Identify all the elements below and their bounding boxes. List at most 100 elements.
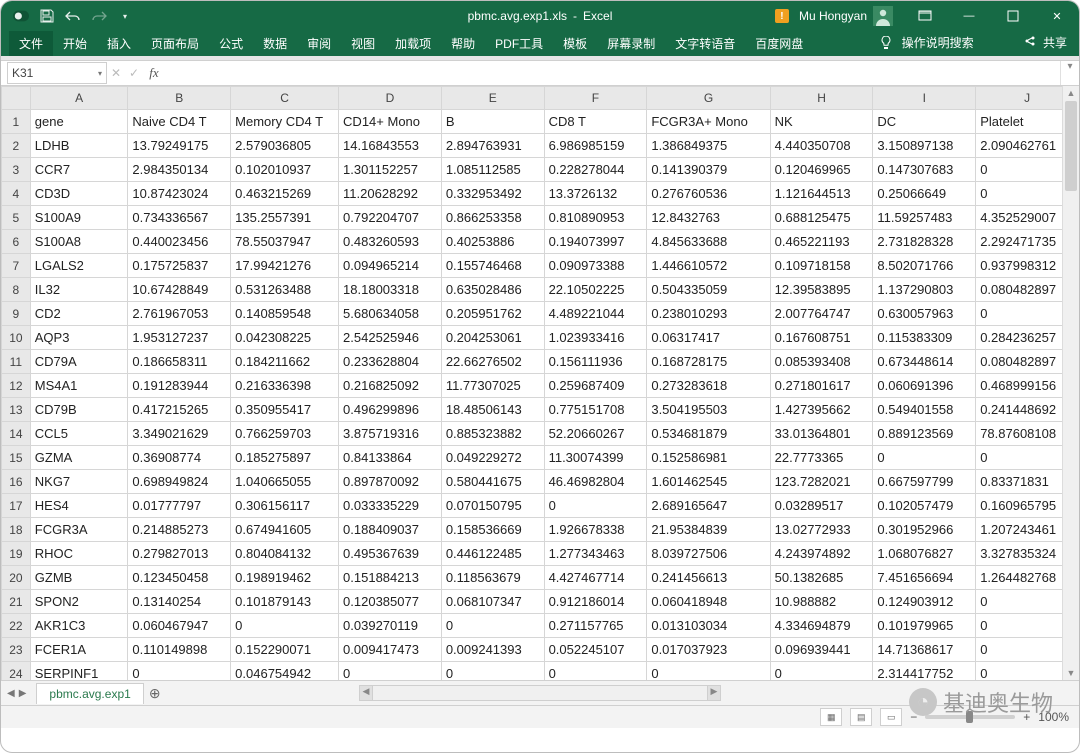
account-button[interactable]: Mu Hongyan	[789, 6, 903, 26]
cell[interactable]: 0.673448614	[873, 350, 976, 374]
new-sheet-button[interactable]: ⊕	[144, 685, 166, 702]
row-header[interactable]: 13	[2, 398, 31, 422]
cell[interactable]: FCGR3A	[30, 518, 128, 542]
cell[interactable]: 0.465221193	[770, 230, 873, 254]
row-header[interactable]: 21	[2, 590, 31, 614]
col-header[interactable]: A	[30, 87, 128, 110]
cell[interactable]: 0.84133864	[339, 446, 442, 470]
row-header[interactable]: 7	[2, 254, 31, 278]
cell[interactable]: 0.120385077	[339, 590, 442, 614]
cell[interactable]: 2.007764747	[770, 302, 873, 326]
cell[interactable]: SPON2	[30, 590, 128, 614]
row-header[interactable]: 16	[2, 470, 31, 494]
cell[interactable]: HES4	[30, 494, 128, 518]
view-normal-icon[interactable]: ▦	[820, 708, 842, 726]
col-header[interactable]: D	[339, 87, 442, 110]
cell[interactable]: 1.068076827	[873, 542, 976, 566]
row-header[interactable]: 9	[2, 302, 31, 326]
cell[interactable]: 0.698949824	[128, 470, 231, 494]
fx-icon[interactable]: fx	[143, 65, 165, 81]
cell[interactable]: 0.013103034	[647, 614, 770, 638]
cell[interactable]: 0.301952966	[873, 518, 976, 542]
cell[interactable]: 2.761967053	[128, 302, 231, 326]
cell[interactable]: 4.334694879	[770, 614, 873, 638]
cell[interactable]: GZMA	[30, 446, 128, 470]
cell[interactable]: 0.238010293	[647, 302, 770, 326]
cell[interactable]: 0.168728175	[647, 350, 770, 374]
cell[interactable]: 0.184211662	[231, 350, 339, 374]
tab-addins[interactable]: 加载项	[385, 31, 441, 56]
col-header[interactable]: H	[770, 87, 873, 110]
cell[interactable]: 0.175725837	[128, 254, 231, 278]
cell[interactable]: 8.502071766	[873, 254, 976, 278]
cell[interactable]: 0.496299896	[339, 398, 442, 422]
cell[interactable]: 11.59257483	[873, 206, 976, 230]
cell[interactable]: 0.279827013	[128, 542, 231, 566]
cell[interactable]: 1.953127237	[128, 326, 231, 350]
cell[interactable]: 5.680634058	[339, 302, 442, 326]
row-header[interactable]: 11	[2, 350, 31, 374]
cell[interactable]: 2.689165647	[647, 494, 770, 518]
cell[interactable]: 22.7773365	[770, 446, 873, 470]
cell[interactable]: 123.7282021	[770, 470, 873, 494]
cell[interactable]: 11.20628292	[339, 182, 442, 206]
cell[interactable]: 0.194073997	[544, 230, 647, 254]
qat-customize-icon[interactable]: ▾	[117, 8, 133, 24]
cell[interactable]: 3.504195503	[647, 398, 770, 422]
cell[interactable]: 0.688125475	[770, 206, 873, 230]
cell[interactable]: 0.866253358	[441, 206, 544, 230]
cell[interactable]: 0.186658311	[128, 350, 231, 374]
cell[interactable]: FCGR3A+ Mono	[647, 110, 770, 134]
cell[interactable]: 0.897870092	[339, 470, 442, 494]
cell[interactable]: 0.085393408	[770, 350, 873, 374]
tab-formulas[interactable]: 公式	[209, 31, 253, 56]
cell[interactable]: 0.271157765	[544, 614, 647, 638]
cell[interactable]: 0.204253061	[441, 326, 544, 350]
cell[interactable]: 0.810890953	[544, 206, 647, 230]
cell[interactable]: 0.118563679	[441, 566, 544, 590]
cell[interactable]: IL32	[30, 278, 128, 302]
cell[interactable]: 78.55037947	[231, 230, 339, 254]
cell[interactable]: 0.504335059	[647, 278, 770, 302]
tell-me-search[interactable]: 操作说明搜索	[902, 34, 974, 51]
cell[interactable]: 0.350955417	[231, 398, 339, 422]
cell[interactable]: 1.446610572	[647, 254, 770, 278]
col-header[interactable]: I	[873, 87, 976, 110]
cell[interactable]: GZMB	[30, 566, 128, 590]
tab-screenrec[interactable]: 屏幕录制	[597, 31, 665, 56]
cell[interactable]: 0.123450458	[128, 566, 231, 590]
cell[interactable]: CD79B	[30, 398, 128, 422]
cell[interactable]: 0.152290071	[231, 638, 339, 662]
cell[interactable]: 0.216336398	[231, 374, 339, 398]
tab-home[interactable]: 开始	[53, 31, 97, 56]
col-header[interactable]: E	[441, 87, 544, 110]
spreadsheet-grid[interactable]: A B C D E F G H I J 1geneNaive CD4 TMemo…	[1, 86, 1079, 680]
share-button[interactable]: 共享	[984, 34, 1067, 51]
cell[interactable]: CCR7	[30, 158, 128, 182]
cell[interactable]: 12.39583895	[770, 278, 873, 302]
cell[interactable]: gene	[30, 110, 128, 134]
cell[interactable]: 14.71368617	[873, 638, 976, 662]
cell[interactable]: 0.205951762	[441, 302, 544, 326]
cell[interactable]: 52.20660267	[544, 422, 647, 446]
cell[interactable]: 1.085112585	[441, 158, 544, 182]
cell[interactable]: 0.734336567	[128, 206, 231, 230]
cell[interactable]: 0.534681879	[647, 422, 770, 446]
cell[interactable]: 0.36908774	[128, 446, 231, 470]
cell[interactable]: 0.152586981	[647, 446, 770, 470]
tab-baidu[interactable]: 百度网盘	[745, 31, 813, 56]
row-header[interactable]: 19	[2, 542, 31, 566]
cell[interactable]: 0.094965214	[339, 254, 442, 278]
cell[interactable]: 0.792204707	[339, 206, 442, 230]
cell[interactable]: 0.140859548	[231, 302, 339, 326]
cell[interactable]: 1.137290803	[873, 278, 976, 302]
cell[interactable]: MS4A1	[30, 374, 128, 398]
cell[interactable]: 7.451656694	[873, 566, 976, 590]
cell[interactable]: 2.984350134	[128, 158, 231, 182]
row-header[interactable]: 6	[2, 230, 31, 254]
cell[interactable]: 0.167608751	[770, 326, 873, 350]
vertical-scrollbar[interactable]: ▲ ▼	[1062, 86, 1079, 680]
cell[interactable]: 1.121644513	[770, 182, 873, 206]
cell[interactable]: 0.198919462	[231, 566, 339, 590]
col-header[interactable]: C	[231, 87, 339, 110]
